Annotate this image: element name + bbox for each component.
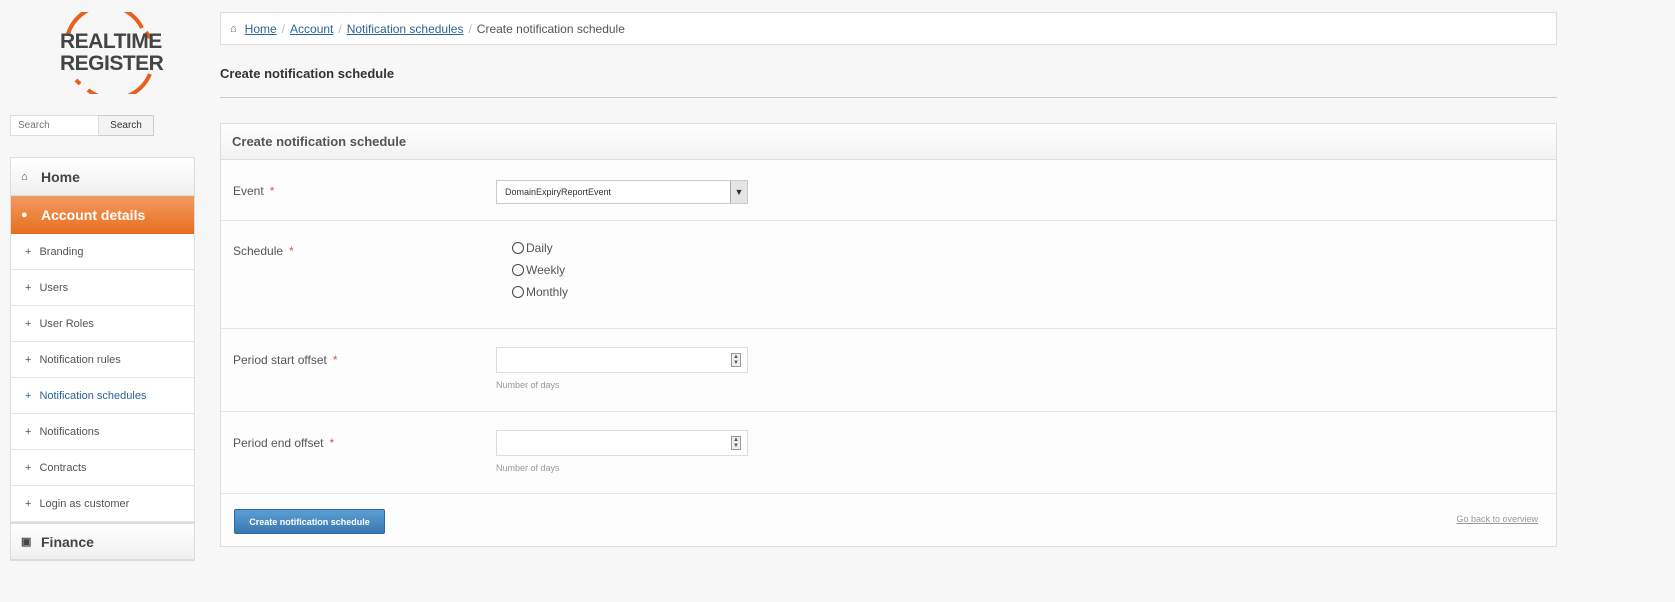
create-schedule-panel: Create notification schedule Event * Doma… bbox=[220, 123, 1557, 547]
search-input[interactable] bbox=[10, 115, 99, 136]
search-form: Search bbox=[10, 115, 154, 136]
sidebar-nav: ⌂ Home ● Account details + Branding + Users … bbox=[10, 157, 195, 561]
logo-text-line2: REGISTER bbox=[60, 52, 164, 75]
sidebar-item-notification-schedules[interactable]: + Notification schedules bbox=[11, 378, 194, 414]
period-start-row: Period start offset * ▲ ▼ Number of days bbox=[221, 329, 1556, 412]
period-start-input[interactable]: ▲ ▼ bbox=[496, 347, 748, 373]
label: Notifications bbox=[39, 425, 100, 438]
label: User Roles bbox=[39, 317, 94, 330]
sidebar-item-notification-rules[interactable]: + Notification rules bbox=[11, 342, 194, 378]
plus-icon: + bbox=[25, 389, 32, 402]
period-start-label: Period start offset * bbox=[233, 353, 338, 367]
label: Branding bbox=[39, 245, 84, 258]
sidebar-item-finance[interactable]: ▣ Finance bbox=[11, 522, 194, 560]
divider bbox=[220, 97, 1557, 98]
go-back-link[interactable]: Go back to overview bbox=[1456, 514, 1538, 524]
logo-text-line1: REALTIME bbox=[60, 30, 162, 53]
money-icon: ▣ bbox=[21, 536, 32, 548]
label: Contracts bbox=[39, 461, 87, 474]
period-end-hint: Number of days bbox=[496, 463, 560, 473]
event-select[interactable]: DomainExpiryReportEvent ▼ bbox=[496, 180, 748, 204]
schedule-row: Schedule * Daily Weekly Monthly bbox=[221, 221, 1556, 329]
home-icon: ⌂ bbox=[21, 170, 28, 183]
breadcrumb: ⌂ Home / Account / Notification schedules /… bbox=[220, 12, 1557, 45]
period-start-hint: Number of days bbox=[496, 380, 560, 390]
schedule-radio-weekly[interactable]: Weekly bbox=[512, 263, 565, 277]
label: Notification schedules bbox=[39, 389, 147, 402]
sidebar-item-notifications[interactable]: + Notifications bbox=[11, 414, 194, 450]
sidebar-item-user-roles[interactable]: + User Roles bbox=[11, 306, 194, 342]
home-icon: ⌂ bbox=[230, 22, 237, 35]
breadcrumb-account[interactable]: Account bbox=[290, 22, 333, 36]
search-button[interactable]: Search bbox=[99, 115, 154, 136]
period-end-input[interactable]: ▲ ▼ bbox=[496, 430, 748, 456]
plus-icon: + bbox=[25, 317, 32, 330]
period-end-label: Period end offset * bbox=[233, 436, 335, 450]
event-label: Event * bbox=[233, 184, 275, 198]
label: Notification rules bbox=[39, 353, 121, 366]
sidebar-item-home[interactable]: ⌂ Home bbox=[11, 158, 194, 196]
sidebar-item-contracts[interactable]: + Contracts bbox=[11, 450, 194, 486]
schedule-radio-daily[interactable]: Daily bbox=[512, 241, 553, 255]
schedule-label: Schedule * bbox=[233, 244, 294, 258]
schedule-radio-monthly[interactable]: Monthly bbox=[512, 285, 568, 299]
plus-icon: + bbox=[25, 353, 32, 366]
logo[interactable]: REALTIME REGISTER bbox=[54, 12, 164, 94]
sidebar-item-login-as-customer[interactable]: + Login as customer bbox=[11, 486, 194, 522]
label: Users bbox=[39, 281, 69, 294]
plus-icon: + bbox=[25, 245, 32, 258]
sidebar-item-users[interactable]: + Users bbox=[11, 270, 194, 306]
period-end-row: Period end offset * ▲ ▼ Number of days bbox=[221, 412, 1556, 494]
sidebar-item-account-details[interactable]: ● Account details bbox=[11, 196, 194, 234]
label: Home bbox=[41, 168, 80, 185]
label: Login as customer bbox=[39, 497, 130, 510]
breadcrumb-notification-schedules[interactable]: Notification schedules bbox=[347, 22, 464, 36]
label: Account details bbox=[41, 206, 146, 223]
sidebar-item-branding[interactable]: + Branding bbox=[11, 234, 194, 270]
plus-icon: + bbox=[25, 425, 32, 438]
label: Finance bbox=[41, 533, 94, 550]
create-schedule-button[interactable]: Create notification schedule bbox=[234, 509, 385, 534]
panel-title: Create notification schedule bbox=[221, 124, 1556, 160]
plus-icon: + bbox=[25, 497, 32, 510]
spinner-icon[interactable]: ▲ ▼ bbox=[731, 353, 741, 367]
plus-icon: + bbox=[25, 281, 32, 294]
form-actions: Create notification schedule Go back to … bbox=[221, 494, 1556, 546]
plus-icon: + bbox=[25, 461, 32, 474]
event-row: Event * DomainExpiryReportEvent ▼ bbox=[221, 160, 1556, 221]
page-title: Create notification schedule bbox=[220, 66, 395, 81]
user-icon: ● bbox=[21, 208, 28, 221]
breadcrumb-home[interactable]: Home bbox=[245, 22, 277, 36]
spinner-icon[interactable]: ▲ ▼ bbox=[731, 436, 741, 450]
chevron-down-icon: ▼ bbox=[730, 181, 747, 203]
breadcrumb-current: Create notification schedule bbox=[476, 21, 625, 36]
